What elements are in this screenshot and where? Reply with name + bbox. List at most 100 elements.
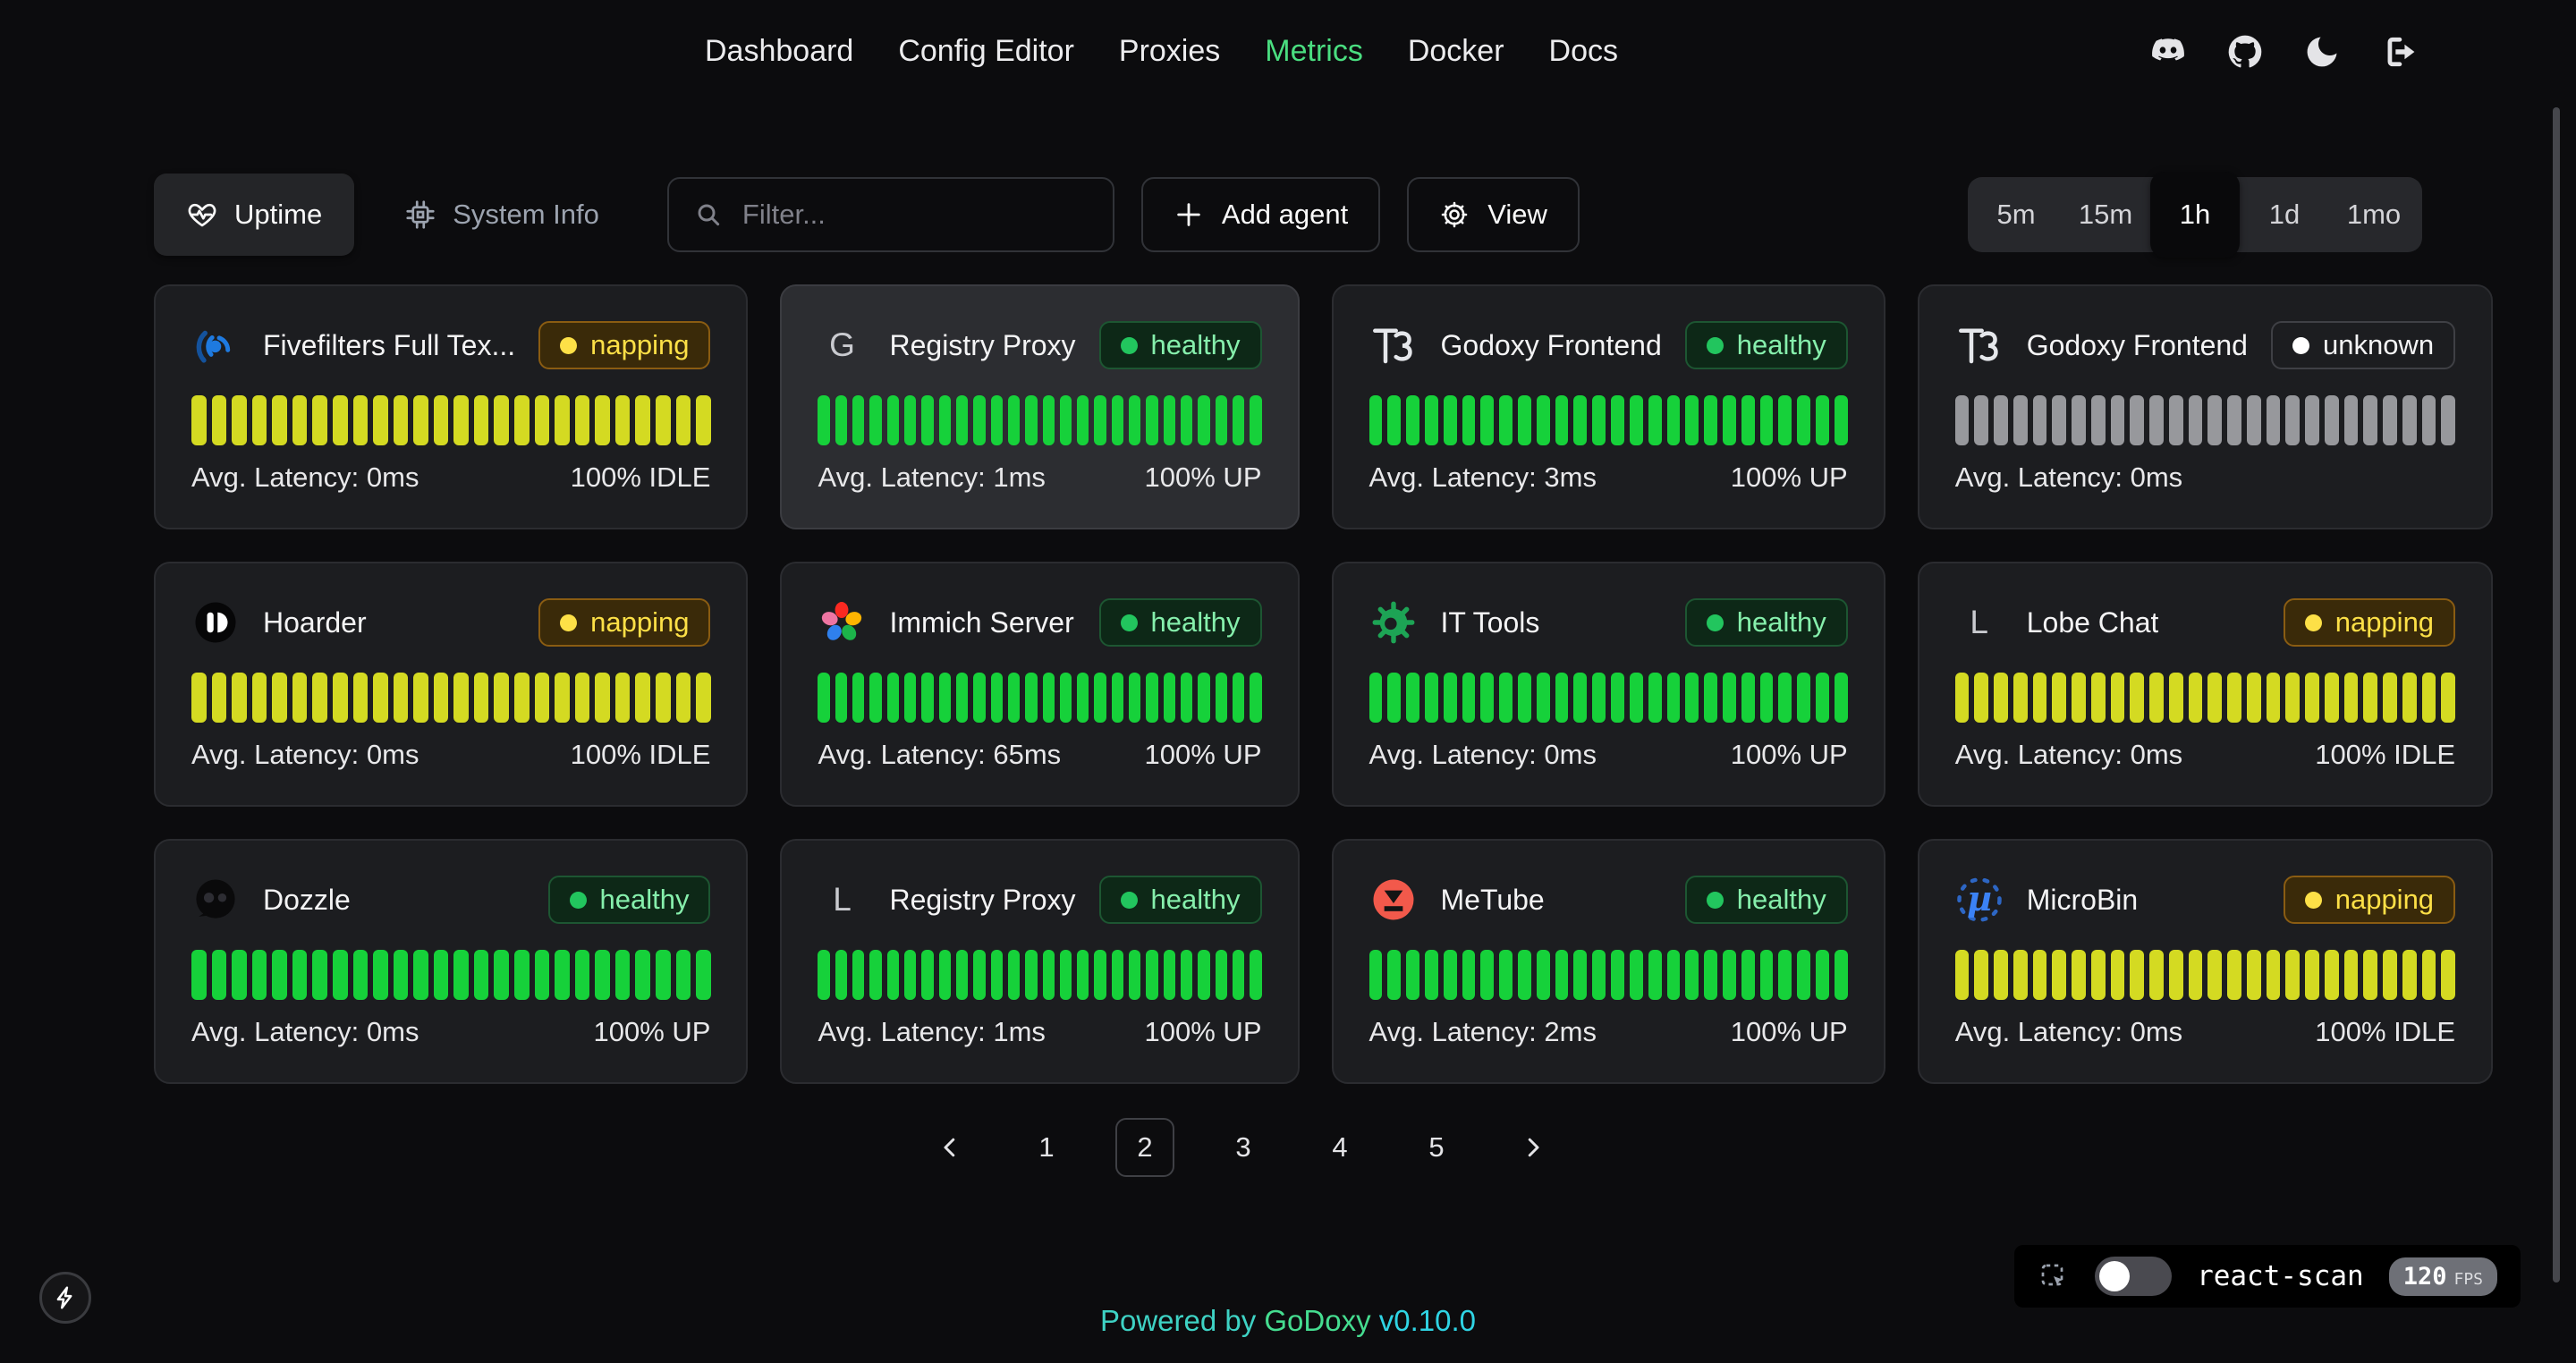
uptime-bar (575, 950, 590, 1000)
uptime-bar (232, 950, 247, 1000)
nav-item-docker[interactable]: Docker (1408, 34, 1504, 69)
uptime-bar (2033, 395, 2047, 445)
tab-uptime[interactable]: Uptime (154, 174, 354, 256)
uptime-bar (818, 395, 829, 445)
react-scan-toggle[interactable] (2095, 1257, 2172, 1296)
uptime-bar (1760, 673, 1774, 723)
godoxy-link[interactable]: GoDoxy (1264, 1304, 1370, 1337)
uptime-bar (1198, 395, 1209, 445)
uptime-bar (1060, 395, 1072, 445)
nav-item-dashboard[interactable]: Dashboard (705, 34, 853, 69)
time-range-5m[interactable]: 5m (1971, 182, 2061, 247)
uptime-bar (2363, 673, 2377, 723)
uptime-bar (1216, 673, 1227, 723)
card-footer: Avg. Latency: 1ms100% UP (818, 461, 1261, 494)
uptime-bar (2111, 673, 2125, 723)
page-4[interactable]: 4 (1312, 1120, 1368, 1175)
view-button[interactable]: View (1407, 177, 1580, 252)
uptime-bar (1060, 673, 1072, 723)
uptime-bar (1369, 950, 1383, 1000)
uptime-bar (956, 673, 968, 723)
uptime-bar (656, 395, 671, 445)
uptime-bar (2247, 673, 2261, 723)
service-card-hoarder[interactable]: HoardernappingAvg. Latency: 0ms100% IDLE (154, 562, 748, 807)
uptime-bar (191, 673, 207, 723)
scan-cursor-icon[interactable] (2038, 1260, 2070, 1292)
service-card-godoxy-frontend[interactable]: Godoxy FrontendunknownAvg. Latency: 0ms (1918, 284, 2493, 529)
time-range-1mo[interactable]: 1mo (2329, 182, 2419, 247)
uptime-bar (939, 950, 951, 1000)
letter-avatar-glyph: L (833, 881, 852, 919)
uptime-percent-text: 100% UP (1731, 1016, 1848, 1048)
uptime-bar-chart (191, 395, 710, 445)
service-card-metube[interactable]: MeTubehealthyAvg. Latency: 2ms100% UP (1332, 839, 1885, 1084)
filter-input[interactable] (741, 198, 1088, 232)
moon-icon[interactable] (2302, 32, 2342, 72)
uptime-bar (2305, 395, 2319, 445)
time-range-1h[interactable]: 1h (2150, 172, 2240, 258)
uptime-bar (373, 950, 388, 1000)
uptime-bar (1741, 950, 1755, 1000)
time-range-1d[interactable]: 1d (2240, 182, 2329, 247)
github-icon[interactable] (2225, 32, 2265, 72)
scrollbar[interactable] (2553, 107, 2560, 1283)
service-card-dozzle[interactable]: DozzlehealthyAvg. Latency: 0ms100% UP (154, 839, 748, 1084)
uptime-bar (973, 673, 985, 723)
service-card-microbin[interactable]: µMicroBinnappingAvg. Latency: 0ms100% ID… (1918, 839, 2493, 1084)
letter-avatar-glyph: G (829, 326, 855, 364)
nav-item-proxies[interactable]: Proxies (1119, 34, 1220, 69)
uptime-bar (1146, 673, 1157, 723)
uptime-bar (2207, 673, 2222, 723)
uptime-bar (1112, 950, 1123, 1000)
status-badge: healthy (1099, 598, 1262, 647)
discord-icon[interactable] (2148, 32, 2188, 72)
nav-item-docs[interactable]: Docs (1549, 34, 1618, 69)
uptime-bar (1974, 950, 1988, 1000)
service-card-godoxy-frontend[interactable]: Godoxy FrontendhealthyAvg. Latency: 3ms1… (1332, 284, 1885, 529)
prev-page-button[interactable] (922, 1120, 978, 1175)
add-agent-button[interactable]: Add agent (1141, 177, 1380, 252)
quick-actions-button[interactable] (39, 1272, 91, 1324)
tab-system-info[interactable]: System Info (372, 174, 631, 256)
service-name: MeTube (1441, 884, 1545, 917)
uptime-bar (818, 950, 829, 1000)
uptime-bar (1164, 950, 1175, 1000)
service-card-registry-proxy[interactable]: GRegistry ProxyhealthyAvg. Latency: 1ms1… (780, 284, 1299, 529)
uptime-card-grid: Fivefilters Full Tex...nappingAvg. Laten… (154, 284, 2422, 1084)
service-card-immich-server[interactable]: Immich ServerhealthyAvg. Latency: 65ms10… (780, 562, 1299, 807)
plus-icon (1174, 199, 1204, 230)
uptime-bar (353, 673, 369, 723)
uptime-bar (1025, 673, 1037, 723)
uptime-bar (232, 673, 247, 723)
uptime-bar (939, 395, 951, 445)
logout-icon[interactable] (2379, 32, 2419, 72)
service-card-fivefilters-full-tex[interactable]: Fivefilters Full Tex...nappingAvg. Laten… (154, 284, 748, 529)
uptime-bar (696, 950, 711, 1000)
uptime-bar (292, 950, 308, 1000)
uptime-bar (2383, 673, 2397, 723)
page-2[interactable]: 2 (1115, 1118, 1174, 1177)
status-badge: napping (538, 598, 710, 647)
uptime-bar (1611, 950, 1624, 1000)
uptime-bar (1592, 395, 1606, 445)
uptime-bar (1630, 950, 1643, 1000)
uptime-bar (676, 673, 691, 723)
uptime-bar (1499, 950, 1513, 1000)
service-card-registry-proxy[interactable]: LRegistry ProxyhealthyAvg. Latency: 1ms1… (780, 839, 1299, 1084)
service-name: Immich Server (889, 606, 1073, 639)
page-1[interactable]: 1 (1019, 1120, 1074, 1175)
uptime-bar (1573, 673, 1587, 723)
nav-item-metrics[interactable]: Metrics (1265, 34, 1363, 69)
page-3[interactable]: 3 (1216, 1120, 1271, 1175)
uptime-bar (1723, 395, 1736, 445)
nav-item-config-editor[interactable]: Config Editor (898, 34, 1074, 69)
page-5[interactable]: 5 (1409, 1120, 1464, 1175)
uptime-bar (635, 395, 650, 445)
microbin-icon: µ (1955, 876, 2004, 924)
status-badge: healthy (1685, 598, 1848, 647)
service-card-it-tools[interactable]: IT ToolshealthyAvg. Latency: 0ms100% UP (1332, 562, 1885, 807)
time-range-15m[interactable]: 15m (2061, 182, 2150, 247)
uptime-bar (434, 950, 449, 1000)
service-card-lobe-chat[interactable]: LLobe ChatnappingAvg. Latency: 0ms100% I… (1918, 562, 2493, 807)
next-page-button[interactable] (1505, 1120, 1561, 1175)
